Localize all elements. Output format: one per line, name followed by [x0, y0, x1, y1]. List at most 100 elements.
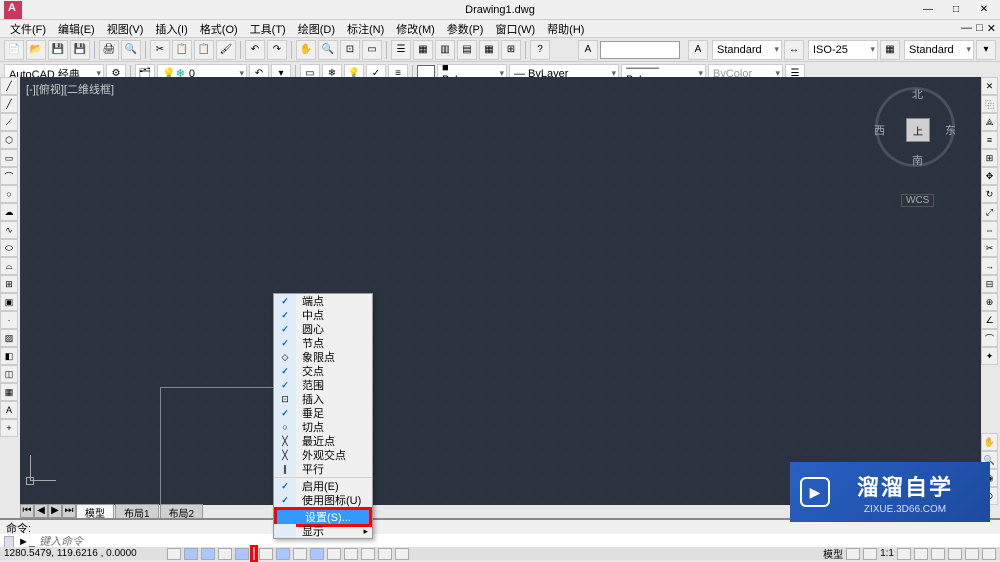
- osnap-settings-item[interactable]: 设置(S)...: [277, 510, 369, 524]
- markup-button[interactable]: ▦: [479, 40, 499, 60]
- tab-nav-last[interactable]: ⏭: [62, 504, 76, 518]
- tab-model[interactable]: 模型: [76, 504, 114, 518]
- status-annotation-scale[interactable]: 1:1: [880, 548, 894, 559]
- status-model-label[interactable]: 模型: [823, 546, 843, 561]
- viewcube-top-face[interactable]: 上: [906, 118, 930, 142]
- spline-tool[interactable]: ∿: [0, 221, 18, 239]
- cut-button[interactable]: ✂: [150, 40, 170, 60]
- mdi-minimize-icon[interactable]: —: [961, 22, 972, 35]
- status-tpy[interactable]: [344, 548, 358, 560]
- viewcube-south[interactable]: 南: [912, 152, 923, 168]
- menu-dimension[interactable]: 标注(N): [341, 20, 390, 38]
- zoom-window-button[interactable]: ▭: [362, 40, 382, 60]
- dim-style-dropdown[interactable]: ISO-25: [808, 40, 878, 60]
- plot-preview-button[interactable]: 🔍: [121, 40, 141, 60]
- offset-tool[interactable]: ≡: [981, 131, 998, 149]
- region-tool[interactable]: ◫: [0, 365, 18, 383]
- menu-format[interactable]: 格式(O): [194, 20, 244, 38]
- polyline-tool[interactable]: ⟋: [0, 113, 18, 131]
- menu-window[interactable]: 窗口(W): [489, 20, 541, 38]
- tool-palette-button[interactable]: ▥: [435, 40, 455, 60]
- menu-view[interactable]: 视图(V): [101, 20, 150, 38]
- properties-button[interactable]: ☰: [391, 40, 411, 60]
- status-workswitch[interactable]: [931, 548, 945, 560]
- osnap-item[interactable]: ○切点: [274, 420, 372, 434]
- status-hardware-accel[interactable]: [948, 548, 962, 560]
- undo-button[interactable]: ↶: [245, 40, 265, 60]
- chamfer-tool[interactable]: ∠: [981, 311, 998, 329]
- osnap-item[interactable]: ✓节点: [274, 336, 372, 350]
- point-tool[interactable]: ·: [0, 311, 18, 329]
- nav-bar-pan[interactable]: ✋: [981, 433, 998, 451]
- array-tool[interactable]: ⊞: [981, 149, 998, 167]
- zoom-button[interactable]: 🔍: [318, 40, 338, 60]
- osnap-footer-item[interactable]: ✓启用(E): [274, 479, 372, 493]
- status-snap[interactable]: [184, 548, 198, 560]
- insert-block-tool[interactable]: ⊞: [0, 275, 18, 293]
- status-ducs[interactable]: [293, 548, 307, 560]
- search-input[interactable]: [600, 41, 680, 59]
- osnap-item[interactable]: ╳外观交点: [274, 448, 372, 462]
- osnap-footer-item[interactable]: ✓使用图标(U): [274, 493, 372, 507]
- circle-tool[interactable]: ○: [0, 185, 18, 203]
- menu-edit[interactable]: 编辑(E): [52, 20, 101, 38]
- annotation-scale-button[interactable]: A: [578, 40, 598, 60]
- ellipse-arc-tool[interactable]: ⌓: [0, 257, 18, 275]
- menu-modify[interactable]: 修改(M): [390, 20, 441, 38]
- join-tool[interactable]: ⊕: [981, 293, 998, 311]
- arc-tool[interactable]: ⌒: [0, 167, 18, 185]
- move-tool[interactable]: ✥: [981, 167, 998, 185]
- trim-tool[interactable]: ✂: [981, 239, 998, 257]
- calculator-button[interactable]: ⊞: [501, 40, 521, 60]
- status-lwt[interactable]: [327, 548, 341, 560]
- multileader-button[interactable]: ▾: [976, 40, 996, 60]
- status-polar[interactable]: [235, 548, 249, 560]
- osnap-item[interactable]: ✓范围: [274, 378, 372, 392]
- redo-button[interactable]: ↷: [267, 40, 287, 60]
- rectangle-tool[interactable]: ▭: [0, 149, 18, 167]
- tab-nav-prev[interactable]: ◀: [34, 504, 48, 518]
- addselected-tool[interactable]: +: [0, 419, 18, 437]
- make-block-tool[interactable]: ▣: [0, 293, 18, 311]
- saveas-button[interactable]: 💾: [70, 40, 90, 60]
- mtext-tool[interactable]: A: [0, 401, 18, 419]
- zoom-extents-button[interactable]: ⊡: [340, 40, 360, 60]
- table-tool[interactable]: ▦: [0, 383, 18, 401]
- osnap-item[interactable]: ◇象限点: [274, 350, 372, 364]
- status-ortho[interactable]: [218, 548, 232, 560]
- status-annomonitor[interactable]: [897, 548, 911, 560]
- tab-nav-next[interactable]: ▶: [48, 504, 62, 518]
- drawing-viewport[interactable]: [-][俯视][二维线框] 北 南 东 西 上 WCS Y X: [20, 77, 981, 505]
- stretch-tool[interactable]: ⇔: [981, 221, 998, 239]
- osnap-item[interactable]: ✓垂足: [274, 406, 372, 420]
- menu-tools[interactable]: 工具(T): [244, 20, 292, 38]
- command-grip-icon[interactable]: [4, 536, 14, 548]
- menu-file[interactable]: 文件(F): [4, 20, 52, 38]
- mdi-restore-icon[interactable]: □: [976, 22, 983, 35]
- mdi-close-icon[interactable]: ✕: [987, 22, 996, 35]
- scale-tool[interactable]: ⤢: [981, 203, 998, 221]
- gradient-tool[interactable]: ◧: [0, 347, 18, 365]
- table-style-button[interactable]: ▦: [880, 40, 900, 60]
- status-otrack[interactable]: [276, 548, 290, 560]
- osnap-item[interactable]: ✓圆心: [274, 322, 372, 336]
- copy-tool[interactable]: ⿻: [981, 95, 998, 113]
- tab-layout1[interactable]: 布局1: [115, 504, 159, 518]
- sheet-set-button[interactable]: ▤: [457, 40, 477, 60]
- fillet-tool[interactable]: ⌒: [981, 329, 998, 347]
- ellipse-tool[interactable]: ⬭: [0, 239, 18, 257]
- revcloud-tool[interactable]: ☁: [0, 203, 18, 221]
- polygon-tool[interactable]: ⬡: [0, 131, 18, 149]
- dim-style-button[interactable]: ↔: [784, 40, 804, 60]
- match-prop-button[interactable]: 🖌: [216, 40, 236, 60]
- help-button[interactable]: ?: [530, 40, 550, 60]
- tab-nav-first[interactable]: ⏮: [20, 504, 34, 518]
- mirror-tool[interactable]: ⟁: [981, 113, 998, 131]
- line-tool[interactable]: ╱: [0, 77, 18, 95]
- wcs-label[interactable]: WCS: [901, 194, 934, 207]
- osnap-item[interactable]: ⊡插入: [274, 392, 372, 406]
- status-dyn[interactable]: [310, 548, 324, 560]
- status-annotation-visibility[interactable]: [914, 548, 928, 560]
- osnap-item[interactable]: ✓端点: [274, 294, 372, 308]
- save-button[interactable]: 💾: [48, 40, 68, 60]
